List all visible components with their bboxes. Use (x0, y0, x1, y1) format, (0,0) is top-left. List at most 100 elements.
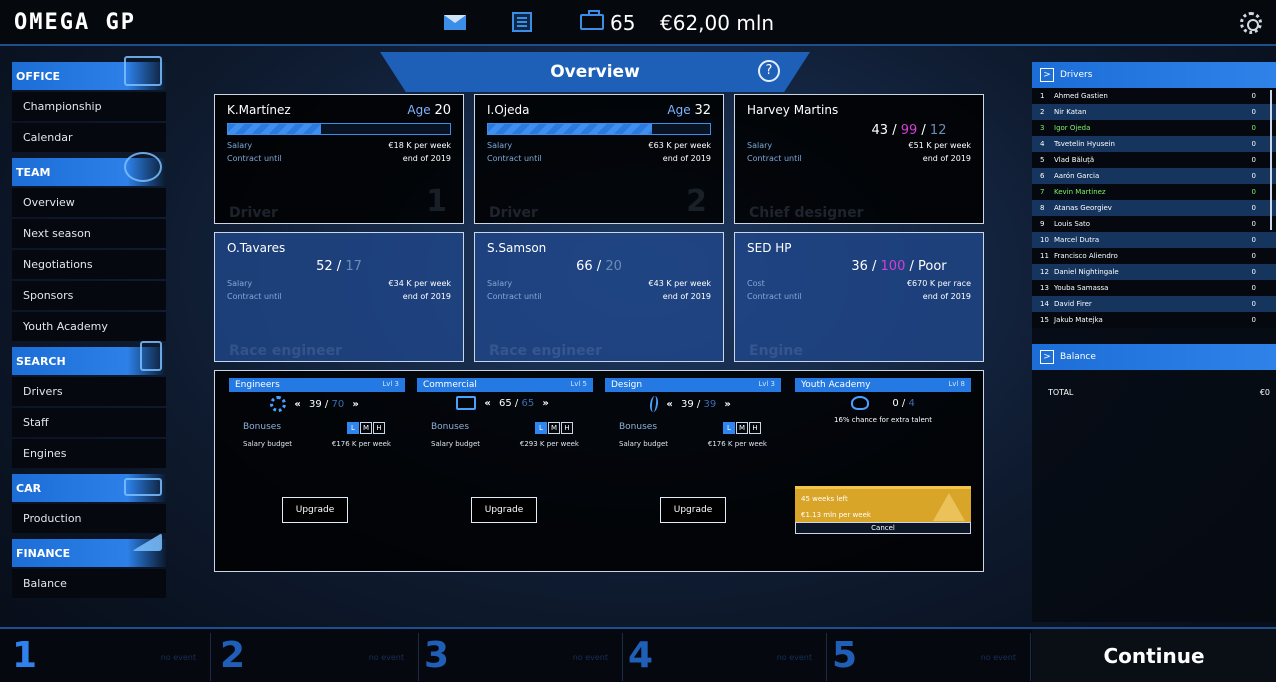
driver-name: Jakub Matejka (1054, 316, 1103, 324)
driver-row[interactable]: 10 Marcel Dutra 0 (1032, 232, 1276, 248)
rating-current: 36 (851, 259, 868, 274)
engine-card[interactable]: SED HP 36 / 100 / Poor Cost €670 K per r… (734, 232, 984, 362)
nav-sponsors[interactable]: Sponsors (12, 281, 166, 310)
driver-card-2[interactable]: I.Ojeda Age 32 Salary €63 K per week Con… (474, 94, 724, 224)
facility-value: 39 (308, 399, 322, 410)
increase-arrow[interactable]: » (724, 399, 730, 410)
nav-negotiations[interactable]: Negotiations (12, 250, 166, 279)
balance-header[interactable]: > Balance (1032, 344, 1276, 370)
driver-row[interactable]: 15 Jakub Matejka 0 (1032, 312, 1276, 328)
event-slot-1[interactable]: 1 no event (8, 633, 211, 681)
driver-row[interactable]: 2 Nir Katan 0 (1032, 104, 1276, 120)
race-engineer-card-1[interactable]: O.Tavares 52 / 17 Salary €34 K per week … (214, 232, 464, 362)
age-label-text: Age (667, 103, 691, 117)
section-search: SEARCH (12, 341, 166, 375)
level-medium-button[interactable]: M (736, 422, 748, 434)
level-high-button[interactable]: H (373, 422, 385, 434)
facility-header: Commercial Lvl 5 (417, 378, 593, 392)
facility-engineers: Engineers Lvl 3 « 39 / 70 » Bonuses LMH S… (229, 378, 405, 452)
level-medium-button[interactable]: M (548, 422, 560, 434)
upgrade-engineers-button[interactable]: Upgrade (282, 497, 348, 523)
event-slot-3[interactable]: 3 no event (420, 633, 623, 681)
cancel-upgrade-button[interactable]: Cancel (795, 522, 971, 534)
scrollbar[interactable] (1270, 90, 1272, 230)
event-slot-5[interactable]: 5 no event (828, 633, 1031, 681)
event-slot-2[interactable]: 2 no event (216, 633, 419, 681)
nav-youth-academy[interactable]: Youth Academy (12, 312, 166, 341)
driver-row[interactable]: 6 Aarón Garcia 0 (1032, 168, 1276, 184)
level-low-button[interactable]: L (723, 422, 735, 434)
upgrade-commercial-button[interactable]: Upgrade (471, 497, 537, 523)
level-low-button[interactable]: L (347, 422, 359, 434)
nav-production[interactable]: Production (12, 504, 166, 533)
driver-row[interactable]: 4 Tsvetelin Hyusein 0 (1032, 136, 1276, 152)
driver-position: 8 (1040, 204, 1045, 212)
event-slot-4[interactable]: 4 no event (624, 633, 827, 681)
age-label-text: Age (407, 103, 431, 117)
driver-row[interactable]: 14 David Firer 0 (1032, 296, 1276, 312)
upgrade-design-button[interactable]: Upgrade (660, 497, 726, 523)
driver-position: 13 (1040, 284, 1049, 292)
rating-max: 17 (345, 259, 362, 274)
driver-row[interactable]: 5 Vlad Băluță 0 (1032, 152, 1276, 168)
driver-points: 0 (1251, 188, 1256, 196)
driver-row[interactable]: 3 Igor Ojeda 0 (1032, 120, 1276, 136)
facility-youth-academy: Youth Academy Lvl 8 0 / 4 16% chance for … (795, 378, 971, 424)
driver-card-1[interactable]: K.Martínez Age 20 Salary €18 K per week … (214, 94, 464, 224)
driver-position: 15 (1040, 316, 1049, 324)
slot-number: 1 (12, 635, 38, 676)
driver-row[interactable]: 8 Atanas Georgiev 0 (1032, 200, 1276, 216)
driver-standings-list: 1 Ahmed Gastien 0 2 Nir Katan 0 3 Igor Ojeda 0 4 T… (1032, 88, 1276, 328)
continue-button[interactable]: Continue (1032, 629, 1276, 682)
contract-value: end of 2019 (662, 292, 711, 301)
nav-drivers[interactable]: Drivers (12, 377, 166, 406)
nav-overview[interactable]: Overview (12, 188, 166, 217)
card-name: O.Tavares (227, 241, 286, 255)
driver-points: 0 (1251, 316, 1256, 324)
news-icon[interactable] (512, 12, 532, 32)
driver-points: 0 (1251, 284, 1256, 292)
driver-row[interactable]: 13 Youba Samassa 0 (1032, 280, 1276, 296)
driver-position: 3 (1040, 124, 1045, 132)
decrease-arrow[interactable]: « (484, 398, 490, 409)
driver-position: 10 (1040, 236, 1049, 244)
driver-name: Igor Ojeda (1054, 124, 1091, 132)
nav-engines[interactable]: Engines (12, 439, 166, 468)
driver-row[interactable]: 7 Kevin Martinez 0 (1032, 184, 1276, 200)
chevron-right-icon[interactable]: > (1040, 68, 1054, 82)
salary-budget-label: Salary budget (243, 440, 293, 448)
level-high-button[interactable]: H (561, 422, 573, 434)
chevron-right-icon[interactable]: > (1040, 350, 1054, 364)
right-panel: > Drivers 1 Ahmed Gastien 0 2 Nir Katan 0 3 Igo… (1032, 62, 1276, 622)
bonuses-label: Bonuses (619, 422, 658, 432)
salary-budget-row: Salary budget €176 K per week (605, 440, 781, 452)
salary-value: €43 K per week (648, 279, 711, 288)
level-medium-button[interactable]: M (360, 422, 372, 434)
driver-row[interactable]: 11 Francisco Aliendro 0 (1032, 248, 1276, 264)
nav-next-season[interactable]: Next season (12, 219, 166, 248)
level-low-button[interactable]: L (535, 422, 547, 434)
chief-designer-card[interactable]: Harvey Martins 43 / 99 / 12 Salary €51 K… (734, 94, 984, 224)
decrease-arrow[interactable]: « (294, 399, 300, 410)
driver-row[interactable]: 12 Daniel Nightingale 0 (1032, 264, 1276, 280)
level-high-button[interactable]: H (749, 422, 761, 434)
race-engineer-card-2[interactable]: S.Samson 66 / 20 Salary €43 K per week C… (474, 232, 724, 362)
facility-level: Lvl 3 (758, 380, 775, 388)
nav-calendar[interactable]: Calendar (12, 123, 166, 152)
mail-icon[interactable] (444, 15, 466, 30)
briefcase-icon (580, 10, 604, 30)
decrease-arrow[interactable]: « (666, 399, 672, 410)
help-button[interactable]: ? (758, 60, 780, 82)
nav-balance[interactable]: Balance (12, 569, 166, 598)
driver-number: 2 (686, 184, 707, 219)
nav-championship[interactable]: Championship (12, 92, 166, 121)
driver-row[interactable]: 9 Louis Sato 0 (1032, 216, 1276, 232)
increase-arrow[interactable]: » (352, 399, 358, 410)
driver-row[interactable]: 1 Ahmed Gastien 0 (1032, 88, 1276, 104)
increase-arrow[interactable]: » (542, 398, 548, 409)
driver-points: 0 (1251, 140, 1256, 148)
drivers-header[interactable]: > Drivers (1032, 62, 1276, 88)
settings-gear-icon[interactable] (1240, 12, 1262, 34)
nav-staff[interactable]: Staff (12, 408, 166, 437)
slot-number: 3 (424, 635, 450, 676)
